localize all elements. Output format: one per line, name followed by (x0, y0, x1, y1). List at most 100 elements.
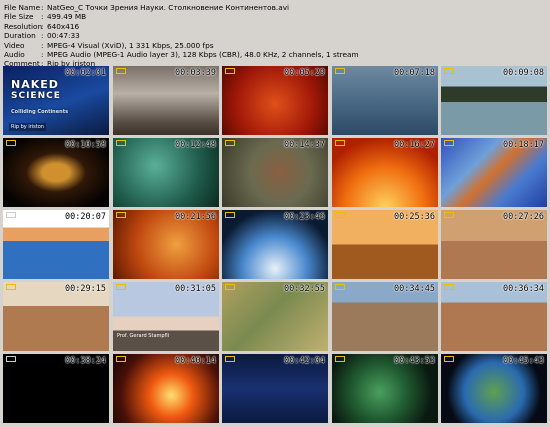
timestamp: 00:16:27 (394, 140, 435, 150)
natgeo-logo-icon (116, 68, 126, 74)
natgeo-logo-icon (6, 356, 16, 362)
thumbnail-ocean-water: 00:07:18 (332, 66, 438, 135)
natgeo-logo-icon (116, 140, 126, 146)
info-key: Resolution (4, 21, 43, 31)
info-value: MPEG Audio (MPEG-1 Audio layer 3), 128 K… (47, 50, 359, 60)
timestamp: 00:36:34 (503, 284, 544, 294)
rip-caption: Rip by iriston (9, 123, 46, 131)
thumbnail-relief-map: 00:18:17 (441, 138, 547, 207)
info-value: 00:47:33 (47, 31, 80, 41)
info-row-resolution: Resolution:640x416 (4, 21, 80, 31)
thumbnail-canyon: 00:29:15 (3, 282, 109, 351)
timestamp: 00:42:04 (284, 356, 325, 366)
info-value: MPEG-4 Visual (XviD), 1 331 Kbps, 25.000… (47, 40, 214, 50)
thumbnail-man-outdoors: 00:34:45 (332, 282, 438, 351)
info-row-audio: Audio: MPEG Audio (MPEG-1 Audio layer 3),… (4, 50, 359, 60)
thumbnail-desert-rock: 00:25:36 (332, 210, 438, 279)
timestamp: 00:40:14 (175, 356, 216, 366)
scientist-caption: Prof. Gerard Stampfli (117, 333, 170, 339)
info-key: Duration (4, 31, 36, 41)
timestamp: 00:29:15 (65, 284, 106, 294)
natgeo-logo-icon (335, 68, 345, 74)
timestamp: 00:20:07 (65, 212, 106, 222)
timestamp: 00:07:18 (394, 68, 435, 78)
title-subtitle: Colliding Continents (11, 109, 69, 115)
natgeo-logo-icon (444, 212, 454, 218)
info-key: Video (4, 40, 25, 50)
natgeo-logo-icon (6, 140, 16, 146)
thumbnail-satellite-land: 00:32:55 (222, 282, 328, 351)
thumbnail-earth-layers: 00:20:07 (3, 210, 109, 279)
natgeo-logo-icon (6, 284, 16, 290)
timestamp: 00:10:58 (65, 140, 106, 150)
timestamp: 00:27:26 (503, 212, 544, 222)
natgeo-logo-icon (444, 356, 454, 362)
natgeo-logo-icon (116, 284, 126, 290)
timestamp: 00:09:08 (503, 68, 544, 78)
thumbnail-globe-hud: 00:43:53 (332, 354, 438, 423)
timestamp: 00:03:39 (175, 68, 216, 78)
thumbnail-earth-core: 00:16:27 (332, 138, 438, 207)
thumbnail-mountain-lake: 00:09:08 (441, 66, 547, 135)
natgeo-logo-icon (444, 140, 454, 146)
title-line-1: NAKED (11, 78, 59, 91)
thumbnail-rock-crack: 00:14:37 (222, 138, 328, 207)
info-value: NatGeo_C Точки Зрения Науки. Столкновени… (47, 3, 290, 12)
natgeo-logo-icon (444, 284, 454, 290)
timestamp: 00:34:45 (394, 284, 435, 294)
natgeo-logo-icon (116, 356, 126, 362)
timestamp: 00:14:37 (284, 140, 325, 150)
timestamp: 00:45:43 (503, 356, 544, 366)
thumbnail-lava-red: 00:05:29 (222, 66, 328, 135)
thumbnail-scientist-summit: Prof. Gerard Stampfli 00:31:05 (113, 282, 219, 351)
natgeo-logo-icon (444, 68, 454, 74)
natgeo-logo-icon (335, 356, 345, 362)
natgeo-logo-icon (335, 140, 345, 146)
natgeo-logo-icon (335, 212, 345, 218)
title-card-text: NAKED SCIENCE Colliding Continents (11, 78, 68, 115)
thumbnail-hourglass: 00:10:58 (3, 138, 109, 207)
thumbnail-fire-earth: 00:21:56 (113, 210, 219, 279)
info-key: File Size (4, 12, 34, 22)
info-value: 499.49 MB (47, 12, 87, 22)
timestamp: 00:12:48 (175, 140, 216, 150)
thumbnail-volcano-eruption: 00:40:14 (113, 354, 219, 423)
timestamp: 00:31:05 (175, 284, 216, 294)
info-key: Audio (4, 50, 25, 60)
natgeo-logo-icon (225, 212, 235, 218)
thumbnail-grid: NAKED SCIENCE Colliding Continents Rip by i… (3, 66, 548, 426)
thumbnail-earth-space: 00:23:46 (222, 210, 328, 279)
natgeo-logo-icon (335, 284, 345, 290)
timestamp: 00:02:01 (65, 68, 106, 78)
thumbnail-title-card: NAKED SCIENCE Colliding Continents Rip by i… (3, 66, 109, 135)
timestamp: 00:23:46 (284, 212, 325, 222)
info-row-video: Video: MPEG-4 Visual (XviD), 1 331 Kbps, … (4, 40, 214, 50)
timestamp: 00:25:36 (394, 212, 435, 222)
natgeo-logo-icon (6, 212, 16, 218)
natgeo-logo-icon (116, 212, 126, 218)
timestamp: 00:21:56 (175, 212, 216, 222)
info-row-file-name: File Name: NatGeo_C Точки Зрения Науки. С… (4, 3, 290, 12)
thumbnail-black-frame: 00:38:24 (3, 354, 109, 423)
timestamp: 00:05:29 (284, 68, 325, 78)
info-row-file-size: File Size:499.49 MB (4, 12, 87, 22)
natgeo-logo-icon (225, 68, 235, 74)
file-info-panel: File Name: NatGeo_C Точки Зрения Науки. С… (4, 3, 359, 69)
timestamp: 00:32:55 (284, 284, 325, 294)
timestamp: 00:38:24 (65, 356, 106, 366)
natgeo-logo-icon (225, 356, 235, 362)
thumbnail-globe-continents: 00:45:43 (441, 354, 547, 423)
info-key: File Name (4, 3, 41, 12)
info-row-duration: Duration:00:47:33 (4, 31, 80, 41)
thumbnail-green-bubbles: 00:12:48 (113, 138, 219, 207)
thumbnail-sandy-plain: 00:27:26 (441, 210, 547, 279)
timestamp: 00:43:53 (394, 356, 435, 366)
title-line-2: SCIENCE (11, 91, 61, 101)
natgeo-logo-icon (225, 284, 235, 290)
thumbnail-seismograph: 00:42:04 (222, 354, 328, 423)
thumbnail-geyser-steam: 00:03:39 (113, 66, 219, 135)
natgeo-logo-icon (225, 140, 235, 146)
timestamp: 00:18:17 (503, 140, 544, 150)
info-value: 640x416 (47, 21, 80, 31)
thumbnail-man-canyon: 00:36:34 (441, 282, 547, 351)
